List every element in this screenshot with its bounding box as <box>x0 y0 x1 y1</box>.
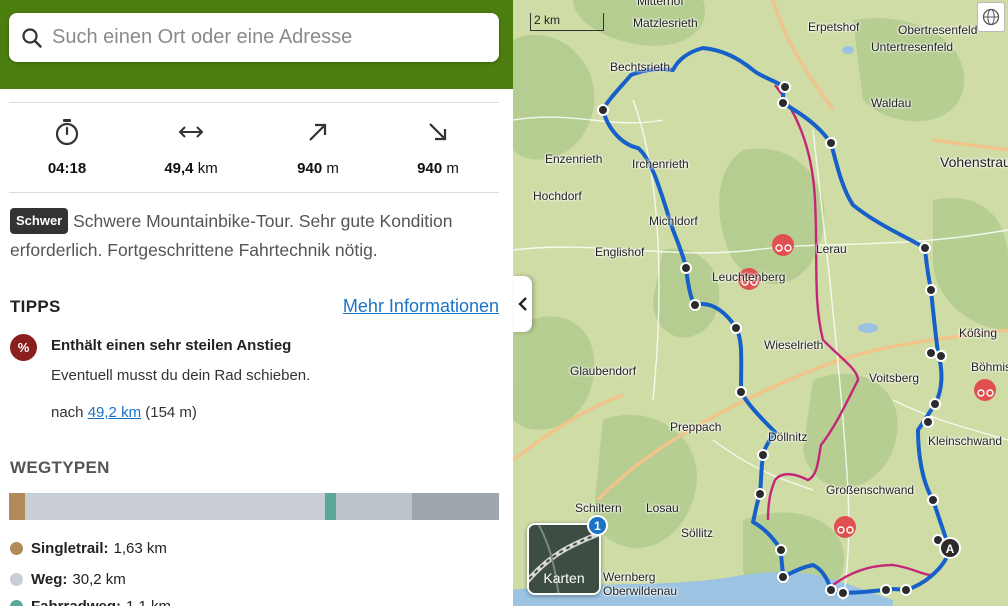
place-label: Voitsberg <box>869 371 920 385</box>
distance-unit: km <box>197 160 218 177</box>
place-label: Erpetshof <box>808 20 860 34</box>
stat-distance: 49,4 km <box>131 118 251 177</box>
legend-label: Weg: <box>31 571 68 588</box>
arrow-up-right-icon <box>309 123 327 141</box>
stat-duration: 04:18 <box>7 118 127 177</box>
stat-descent: 940 m <box>378 118 498 177</box>
tip-location-prefix: nach <box>51 404 84 421</box>
globe-icon <box>982 8 1000 26</box>
place-label: Mitterhof <box>637 0 684 8</box>
pond <box>842 46 854 54</box>
waytype-segment[interactable] <box>25 493 325 520</box>
place-label: Bechtsrieth <box>610 60 671 74</box>
place-label: Enzenrieth <box>545 152 603 166</box>
place-label: Preppach <box>670 420 722 434</box>
collapse-panel-button[interactable] <box>513 276 532 332</box>
place-label: Döllnitz <box>768 430 808 444</box>
legend-value: 30,2 km <box>72 571 126 588</box>
map-layers-button[interactable]: Karten <box>527 523 601 595</box>
difficulty-badge: Schwer <box>10 208 69 234</box>
difficulty-text: Schwere Mountainbike-Tour. Sehr gute Kon… <box>10 211 453 260</box>
legend-item-weg: Weg: 30,2 km <box>10 571 126 588</box>
tour-detail-panel: 04:18 49,4 km 940 m 940 m Schwer Schwere… <box>0 0 513 606</box>
waytypes-heading: WEGTYPEN <box>10 458 110 477</box>
place-label: Michldorf <box>649 214 698 228</box>
waytype-segment[interactable] <box>411 493 499 520</box>
search-box[interactable] <box>9 13 499 62</box>
place-label: Obertresenfeld <box>898 23 978 37</box>
legend-dot <box>10 542 23 555</box>
more-information-link[interactable]: Mehr Informationen <box>343 296 499 317</box>
place-label: Vohenstrauß <box>940 154 1008 170</box>
waytype-segment[interactable] <box>336 493 412 520</box>
waytype-segment[interactable] <box>9 493 26 520</box>
place-label: Schiltern <box>575 501 622 515</box>
waytypes-bar <box>9 493 499 520</box>
place-label: Untertresenfeld <box>871 40 954 54</box>
legend-item-fahrradweg: Fahrradweg: 1,1 km <box>10 598 171 606</box>
divider <box>9 192 499 193</box>
tip-location-link[interactable]: 49,2 km <box>88 404 141 421</box>
pink-trail <box>832 563 932 586</box>
place-label: Böhmischbruck <box>971 360 1008 374</box>
place-label: Wieselrieth <box>764 338 824 352</box>
distance-value: 49,4 <box>164 160 194 177</box>
descent-value: 940 <box>417 160 443 177</box>
place-label: Leuchtenberg <box>712 270 786 284</box>
place-label: Englishof <box>595 245 645 259</box>
place-label: Hochdorf <box>533 189 582 203</box>
map-canvas: A <box>513 0 1008 606</box>
tips-heading: TIPPS <box>10 297 61 316</box>
legend-dot <box>10 600 23 606</box>
stopwatch-icon <box>55 119 79 146</box>
ascent-value: 940 <box>297 160 323 177</box>
place-label: Waldau <box>871 96 912 110</box>
descent-unit: m <box>446 160 459 177</box>
tip-location: nach 49,2 km (154 m) <box>51 404 197 421</box>
place-label: Kößing <box>959 326 998 340</box>
difficulty-description: Schwer Schwere Mountainbike-Tour. Sehr g… <box>10 207 500 265</box>
panel-header <box>0 0 513 89</box>
tip-title: Enthält einen sehr steilen Anstieg <box>51 337 292 354</box>
arrow-down-right-icon <box>429 123 447 141</box>
legend-dot <box>10 573 23 586</box>
place-label: Irchenrieth <box>632 157 689 171</box>
legend-label: Fahrradweg: <box>31 598 121 606</box>
search-icon <box>22 27 42 48</box>
map-layers-label: Karten <box>543 570 585 586</box>
stat-ascent: 940 m <box>258 118 378 177</box>
percent-icon: % <box>10 334 37 361</box>
map-scale: 2 km <box>530 13 604 31</box>
horizontal-arrows-icon <box>178 126 204 138</box>
map-view[interactable]: A Mitterhof Matzlesrieth Erpetshof Obert… <box>513 0 1008 606</box>
chevron-left-icon <box>517 297 527 311</box>
tip-text: Eventuell musst du dein Rad schieben. <box>51 367 311 384</box>
place-label: Losau <box>646 501 679 515</box>
legend-item-singletrail: Singletrail: 1,63 km <box>10 540 167 557</box>
map-attribution-icon[interactable] <box>977 2 1005 32</box>
tip-location-suffix: (154 m) <box>145 404 197 421</box>
legend-value: 1,1 km <box>126 598 171 606</box>
place-label: Matzlesrieth <box>633 16 698 30</box>
place-label: Großenschwand <box>826 483 915 497</box>
place-label: Söllitz <box>681 526 714 540</box>
start-marker-label: A <box>946 542 955 556</box>
place-label: Glaubendorf <box>570 364 637 378</box>
divider <box>9 102 499 103</box>
ascent-unit: m <box>326 160 339 177</box>
duration-value: 04:18 <box>47 160 87 177</box>
place-label: Oberwildenau <box>603 584 678 598</box>
place-label: Wernberg <box>603 570 656 584</box>
pond <box>858 323 878 333</box>
map-layers-badge: 1 <box>587 515 608 536</box>
place-label: Kleinschwand <box>928 434 1003 448</box>
search-input[interactable] <box>52 26 472 49</box>
waytype-segment[interactable] <box>324 493 337 520</box>
place-label: Lerau <box>816 242 847 256</box>
legend-label: Singletrail: <box>31 540 109 557</box>
legend-value: 1,63 km <box>113 540 167 557</box>
map-scale-label: 2 km <box>534 13 561 27</box>
